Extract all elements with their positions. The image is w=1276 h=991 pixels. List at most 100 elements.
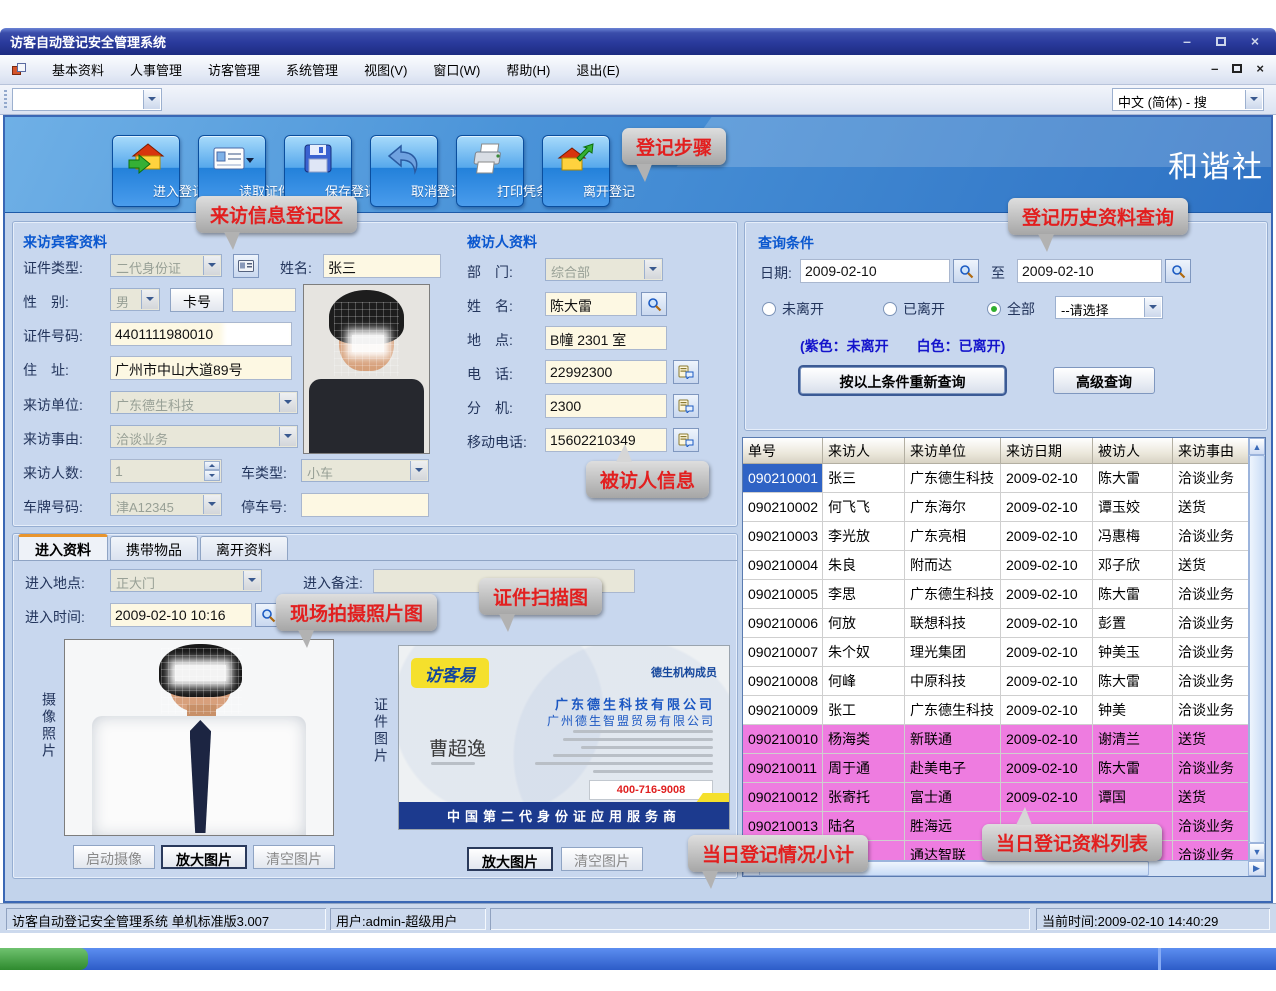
tab-carried-items[interactable]: 携带物品	[110, 536, 198, 560]
restore-icon[interactable]	[1210, 32, 1232, 50]
table-cell[interactable]: 090210008	[743, 667, 823, 696]
filter-combo[interactable]: --请选择	[1055, 296, 1163, 319]
zoom-card-button[interactable]: 放大图片	[467, 847, 553, 871]
table-cell[interactable]: 2009-02-10	[1001, 725, 1093, 754]
dial-mobile-icon[interactable]	[673, 428, 699, 452]
start-button[interactable]	[0, 948, 88, 970]
clear-photo-button[interactable]: 清空图片	[253, 845, 335, 869]
table-cell[interactable]: 送货	[1173, 493, 1250, 522]
table-cell[interactable]: 洽谈业务	[1173, 667, 1250, 696]
table-cell[interactable]: 新联通	[905, 725, 1001, 754]
card-number-button[interactable]: 卡号	[170, 288, 224, 312]
table-cell[interactable]: 洽谈业务	[1173, 638, 1250, 667]
chevron-down-icon[interactable]	[410, 461, 427, 480]
table-cell[interactable]: 090210003	[743, 522, 823, 551]
card-number-input[interactable]	[232, 288, 296, 312]
table-cell[interactable]: 陈大雷	[1093, 754, 1173, 783]
table-cell[interactable]: 陈大雷	[1093, 580, 1173, 609]
interviewee-name-input[interactable]: 陈大雷	[545, 292, 637, 316]
table-cell[interactable]: 2009-02-10	[1001, 754, 1093, 783]
table-cell[interactable]: 090210011	[743, 754, 823, 783]
col-header-reason[interactable]: 来访事由	[1173, 438, 1250, 464]
cert-type-combo[interactable]: 二代身份证	[110, 254, 222, 277]
chevron-down-icon[interactable]	[644, 260, 661, 279]
table-cell[interactable]: 送货	[1173, 783, 1250, 812]
col-header-id[interactable]: 单号	[743, 438, 823, 464]
table-cell[interactable]: 谭国	[1093, 783, 1173, 812]
cert-no-input[interactable]: 4401111980010	[110, 322, 292, 346]
table-cell[interactable]: 钟美玉	[1093, 638, 1173, 667]
chevron-down-icon[interactable]	[1245, 90, 1262, 109]
table-cell[interactable]: 陈大雷	[1093, 667, 1173, 696]
table-cell[interactable]: 洽谈业务	[1173, 464, 1250, 493]
entry-place-combo[interactable]: 正大门	[110, 569, 262, 592]
company-combo[interactable]: 广东德生科技	[110, 391, 298, 414]
table-cell[interactable]: 送货	[1173, 725, 1250, 754]
cancel-register-button[interactable]: 取消登记	[370, 135, 438, 207]
table-cell[interactable]: 090210007	[743, 638, 823, 667]
menu-system[interactable]: 系统管理	[286, 60, 338, 79]
table-cell[interactable]: 2009-02-10	[1001, 522, 1093, 551]
table-row[interactable]: 090210006何放联想科技2009-02-10彭置洽谈业务	[743, 609, 1265, 638]
leave-register-button[interactable]: 离开登记	[542, 135, 610, 207]
table-cell[interactable]: 送货	[1173, 551, 1250, 580]
table-cell[interactable]: 洽谈业务	[1173, 609, 1250, 638]
table-row[interactable]: 090210011周于通赴美电子2009-02-10陈大雷洽谈业务	[743, 754, 1265, 783]
table-cell[interactable]: 广东德生科技	[905, 464, 1001, 493]
table-cell[interactable]: 2009-02-10	[1001, 638, 1093, 667]
menu-hr[interactable]: 人事管理	[130, 60, 182, 79]
table-cell[interactable]: 广东海尔	[905, 493, 1001, 522]
table-row[interactable]: 090210004朱良附而达2009-02-10邓子欣送货	[743, 551, 1265, 580]
table-cell[interactable]: 张工	[823, 696, 905, 725]
table-cell[interactable]: 张寄托	[823, 783, 905, 812]
chevron-down-icon[interactable]	[143, 90, 160, 109]
chevron-down-icon[interactable]	[203, 495, 220, 514]
table-row[interactable]: 090210008何峰中原科技2009-02-10陈大雷洽谈业务	[743, 667, 1265, 696]
table-cell[interactable]: 广东亮相	[905, 522, 1001, 551]
quick-search-combo[interactable]	[12, 88, 162, 111]
search-person-icon[interactable]	[641, 292, 667, 316]
table-cell[interactable]: 何飞飞	[823, 493, 905, 522]
table-cell[interactable]: 2009-02-10	[1001, 667, 1093, 696]
table-cell[interactable]: 090210002	[743, 493, 823, 522]
table-cell[interactable]: 朱良	[823, 551, 905, 580]
table-cell[interactable]: 090210004	[743, 551, 823, 580]
entry-time-input[interactable]: 2009-02-10 10:16	[110, 603, 252, 627]
table-row[interactable]: 090210007朱个奴理光集团2009-02-10钟美玉洽谈业务	[743, 638, 1265, 667]
advanced-query-button[interactable]: 高级查询	[1053, 367, 1155, 394]
table-cell[interactable]: 090210001	[743, 464, 823, 493]
toolbar-grip[interactable]	[4, 90, 7, 110]
spin-up-icon[interactable]	[204, 461, 220, 470]
scroll-right-icon[interactable]: ▶	[1248, 861, 1265, 876]
print-slip-button[interactable]: 打印凭条	[456, 135, 524, 207]
enter-register-button[interactable]: 进入登记	[112, 135, 180, 207]
language-combo[interactable]: 中文 (简体) - 搜	[1112, 88, 1264, 111]
table-cell[interactable]: 2009-02-10	[1001, 783, 1093, 812]
location-input[interactable]: B幢 2301 室	[545, 326, 667, 350]
table-row[interactable]: 090210003李光放广东亮相2009-02-10冯惠梅洽谈业务	[743, 522, 1265, 551]
date-from-input[interactable]: 2009-02-10	[800, 259, 950, 283]
table-row[interactable]: 090210010杨海类新联通2009-02-10谢清兰送货	[743, 725, 1265, 754]
table-cell[interactable]: 090210006	[743, 609, 823, 638]
table-cell[interactable]: 何峰	[823, 667, 905, 696]
table-row[interactable]: 090210001张三广东德生科技2009-02-10陈大雷洽谈业务	[743, 464, 1265, 493]
vertical-scroll-thumb[interactable]	[1249, 455, 1265, 843]
table-cell[interactable]: 彭置	[1093, 609, 1173, 638]
dial-ext-icon[interactable]	[673, 394, 699, 418]
date-to-picker-icon[interactable]	[1165, 259, 1191, 283]
tab-leave-info[interactable]: 离开资料	[200, 536, 288, 560]
table-cell[interactable]: 2009-02-10	[1001, 464, 1093, 493]
table-cell[interactable]: 2009-02-10	[1001, 696, 1093, 725]
menu-view[interactable]: 视图(V)	[364, 60, 407, 79]
table-row[interactable]: 090210012张寄托富士通2009-02-10谭国送货	[743, 783, 1265, 812]
radio-not-left[interactable]: 未离开	[762, 299, 824, 319]
table-cell[interactable]: 附而达	[905, 551, 1001, 580]
table-cell[interactable]: 冯惠梅	[1093, 522, 1173, 551]
table-cell[interactable]: 赴美电子	[905, 754, 1001, 783]
table-cell[interactable]: 洽谈业务	[1173, 522, 1250, 551]
plate-combo[interactable]: 津A12345	[110, 493, 222, 516]
card-reader-icon[interactable]	[233, 254, 259, 278]
address-input[interactable]: 广州市中山大道89号	[110, 356, 292, 380]
phone-input[interactable]: 22992300	[545, 360, 667, 384]
table-cell[interactable]: 090210009	[743, 696, 823, 725]
